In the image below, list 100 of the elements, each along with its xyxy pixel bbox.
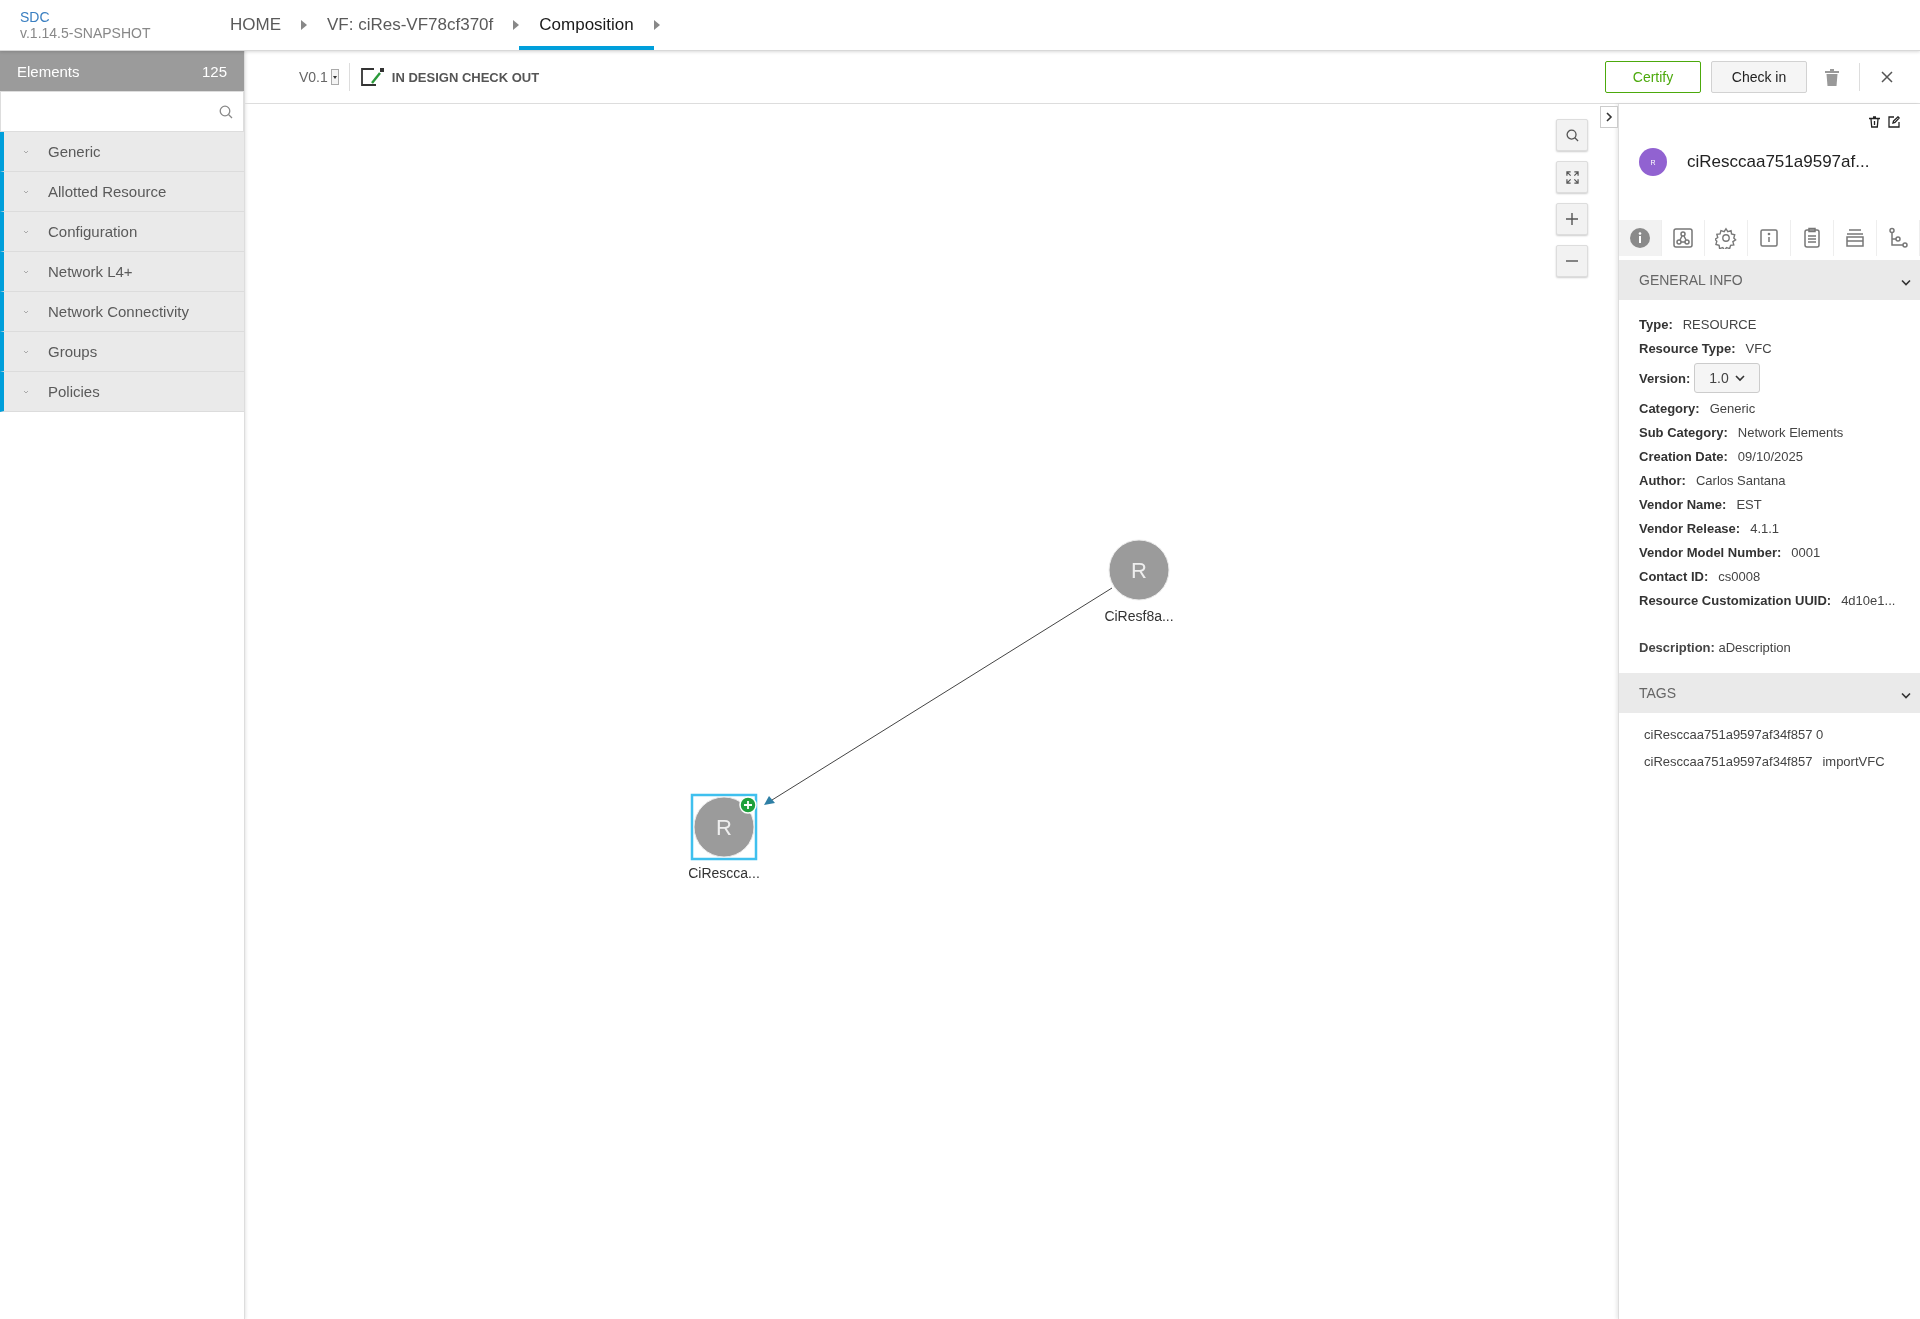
field-label: Version: <box>1639 370 1691 386</box>
category-label: Policies <box>48 383 100 400</box>
category-label: Allotted Resource <box>48 183 167 200</box>
chevron-icon <box>23 349 29 354</box>
node-label: CiResf8a... <box>1104 608 1174 624</box>
caret-icon <box>513 20 520 30</box>
category-item[interactable]: Network L4+ <box>0 252 244 292</box>
category-item[interactable]: Generic <box>0 132 244 172</box>
caret-icon <box>1734 374 1745 382</box>
elements-count: 125 <box>201 62 227 80</box>
network-icon <box>1672 227 1694 249</box>
chevron-icon <box>1605 112 1613 122</box>
chevron-icon <box>23 269 29 274</box>
field-label: Resource Type: <box>1639 340 1736 356</box>
info-icon <box>1629 227 1651 249</box>
resource-node[interactable] <box>1108 539 1170 601</box>
close-icon[interactable] <box>1881 71 1893 83</box>
field-value: RESOURCE <box>1682 316 1757 332</box>
description-text: Description: aDescription <box>1638 640 1792 657</box>
field-value: 0001 <box>1791 544 1821 560</box>
expand-icon <box>1565 170 1579 184</box>
status-text: IN DESIGN CHECK OUT <box>391 69 540 85</box>
field-value: VFC <box>1745 340 1772 356</box>
chevron-icon <box>23 149 29 154</box>
version-dropdown[interactable]: 1.0 <box>1694 363 1760 393</box>
gear-icon <box>1715 227 1737 249</box>
node-letter: R <box>716 815 732 840</box>
category-item[interactable]: Configuration <box>0 212 244 252</box>
category-item[interactable]: Policies <box>0 372 244 412</box>
caret-icon <box>653 20 660 30</box>
category-label: Generic <box>48 143 101 160</box>
field-label: Vendor Name: <box>1639 496 1727 512</box>
field-value: 4.1.1 <box>1750 520 1780 536</box>
zoom-in-button[interactable] <box>1556 203 1588 235</box>
breadcrumb-tab[interactable]: HOME <box>210 0 301 50</box>
section-header[interactable]: GENERAL INFO <box>1619 260 1920 300</box>
section-title: TAGS <box>1639 685 1677 701</box>
chevron-icon[interactable] <box>1900 692 1912 700</box>
field-value: 4d10e1... <box>1841 592 1896 608</box>
field-label: Contact ID: <box>1639 568 1709 584</box>
section-header[interactable]: TAGS <box>1619 673 1920 713</box>
certify-button[interactable]: Certify <box>1605 61 1701 93</box>
category-item[interactable]: Allotted Resource <box>0 172 244 212</box>
field-label: Resource Customization UUID: <box>1639 592 1832 608</box>
caret-icon <box>301 20 307 30</box>
edit-icon[interactable] <box>1888 116 1900 128</box>
chevron-icon <box>23 229 29 234</box>
app-name: SDC <box>20 9 51 25</box>
field-value: 09/10/2025 <box>1737 448 1803 464</box>
fit-button[interactable] <box>1556 161 1588 193</box>
breadcrumb-tab[interactable]: Composition <box>519 0 654 50</box>
search-icon <box>1565 128 1579 142</box>
category-item[interactable]: Network Connectivity <box>0 292 244 332</box>
tag-value: importVFC <box>1822 754 1885 769</box>
category-label: Network L4+ <box>48 263 133 280</box>
chevron-icon <box>23 189 29 194</box>
node-letter: R <box>1131 558 1147 583</box>
node-label: CiRescca... <box>688 865 760 881</box>
archive-icon <box>1844 227 1866 249</box>
field-label: Category: <box>1639 400 1700 416</box>
field-value: Carlos Santana <box>1695 472 1786 488</box>
chevron-icon <box>23 389 29 394</box>
field-value: cs0008 <box>1718 568 1761 584</box>
component-name: ciResccaa751a9597af... <box>1687 152 1870 172</box>
field-label: Creation Date: <box>1639 448 1728 464</box>
check-in-button[interactable]: Check in <box>1711 61 1807 93</box>
field-value: Network Elements <box>1737 424 1844 440</box>
tag-name: ciResccaa751a9597af34f857 0 <box>1644 727 1824 742</box>
field-label: Author: <box>1639 472 1686 488</box>
field-label: Sub Category: <box>1639 424 1728 440</box>
breadcrumb-tab[interactable]: VF: ciRes-VF78cf370f <box>307 0 514 50</box>
app-version: v.1.14.5-SNAPSHOT <box>20 25 152 41</box>
chevron-icon <box>23 309 29 314</box>
elements-title: Elements <box>17 62 80 80</box>
info-square-icon <box>1758 227 1780 249</box>
field-label: Type: <box>1639 316 1673 332</box>
category-label: Configuration <box>48 223 138 240</box>
plus-icon[interactable] <box>739 796 757 814</box>
field-label: Vendor Release: <box>1639 520 1741 536</box>
category-label: Groups <box>48 343 98 360</box>
zoom-out-button[interactable] <box>1556 245 1588 277</box>
section-title: GENERAL INFO <box>1639 272 1743 288</box>
field-value: Generic <box>1709 400 1756 416</box>
collapse-button[interactable] <box>1600 106 1618 128</box>
category-item[interactable]: Groups <box>0 332 244 372</box>
panel-tab[interactable] <box>1619 220 1662 256</box>
chevron-icon[interactable] <box>1900 279 1912 287</box>
version-dropdown-icon[interactable] <box>330 69 339 85</box>
edit-document-icon <box>359 67 386 87</box>
version-label: V0.1 <box>299 69 328 85</box>
clipboard-icon <box>1801 227 1823 249</box>
field-value: EST <box>1736 496 1762 512</box>
category-label: Network Connectivity <box>48 303 189 320</box>
plus-icon <box>1566 213 1578 225</box>
delete-icon[interactable] <box>1869 116 1880 128</box>
search-icon[interactable] <box>219 104 233 119</box>
tag-name: ciResccaa751a9597af34f857 <box>1644 754 1813 769</box>
search-field[interactable] <box>0 91 244 132</box>
tree-icon <box>1887 227 1909 249</box>
search-button[interactable] <box>1556 119 1588 151</box>
